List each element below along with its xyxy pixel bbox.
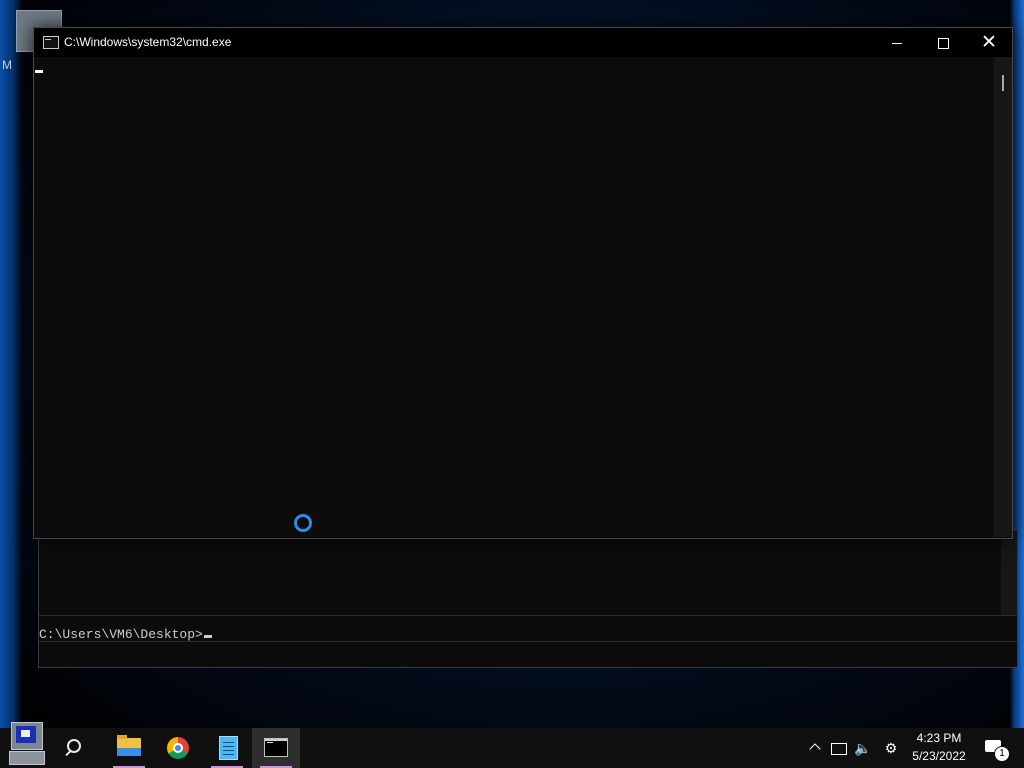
chevron-up-icon [809, 743, 821, 755]
minimize-button[interactable] [874, 28, 920, 57]
busy-spinner-icon [294, 514, 312, 532]
network-button[interactable] [828, 728, 850, 768]
background-console-scrollbar[interactable] [1001, 531, 1017, 615]
volume-icon: 🔈 [854, 740, 872, 756]
notifications-button[interactable]: 1 [978, 728, 1018, 768]
console-output-area[interactable] [34, 57, 994, 537]
computer-icon [11, 722, 43, 750]
desktop-icon-label: M [2, 58, 12, 72]
close-button[interactable]: ✕ [966, 28, 1012, 57]
divider [39, 615, 1017, 616]
wallpaper-edge-left [0, 0, 22, 728]
taskbar-clock[interactable]: 4:23 PM 5/23/2022 [906, 728, 972, 768]
text-cursor [203, 635, 212, 638]
start-button[interactable] [0, 722, 48, 768]
close-icon: ✕ [981, 32, 997, 53]
screen: M C:\Users\VM6\Desktop> C:\Windows\syste… [0, 0, 1024, 768]
command-prompt-line[interactable]: C:\Users\VM6\Desktop> [39, 627, 212, 642]
pen-settings-icon: ⚙ [884, 740, 898, 756]
maximize-icon [937, 37, 949, 49]
clock-date: 5/23/2022 [912, 749, 966, 763]
background-console-window[interactable]: C:\Users\VM6\Desktop> [38, 530, 1018, 668]
notification-count-badge: 1 [994, 746, 1010, 762]
maximize-button[interactable] [920, 28, 966, 57]
notepad-icon [219, 736, 238, 760]
search-icon-handle [65, 749, 72, 757]
prompt-text: C:\Users\VM6\Desktop> [39, 627, 203, 642]
cmd-window-icon [43, 36, 59, 49]
taskbar: 🔈 ⚙ 4:23 PM 5/23/2022 1 [0, 722, 1024, 768]
minimize-icon [892, 42, 902, 44]
clock-time: 4:23 PM [916, 731, 962, 745]
window-title: C:\Windows\system32\cmd.exe [64, 35, 232, 49]
folder-icon [117, 735, 141, 756]
command-prompt-icon [264, 738, 288, 757]
pen-settings-button[interactable]: ⚙ [878, 728, 904, 768]
show-hidden-icons-button[interactable] [805, 728, 825, 768]
network-icon [831, 743, 847, 756]
text-cursor [35, 70, 43, 73]
scrollbar-thumb[interactable] [1002, 75, 1004, 91]
taskbar-command-prompt[interactable] [252, 728, 300, 768]
volume-button[interactable]: 🔈 [852, 728, 874, 768]
vertical-scrollbar[interactable] [994, 57, 1012, 537]
taskbar-notepad[interactable] [203, 728, 251, 768]
chrome-icon [167, 737, 189, 759]
taskbar-chrome[interactable] [154, 728, 202, 768]
cmd-window[interactable]: C:\Windows\system32\cmd.exe ✕ [33, 27, 1013, 539]
search-button[interactable] [52, 728, 92, 768]
taskbar-file-explorer[interactable] [105, 728, 153, 768]
computer-base-icon [9, 751, 45, 765]
window-titlebar[interactable]: C:\Windows\system32\cmd.exe ✕ [34, 28, 1012, 57]
